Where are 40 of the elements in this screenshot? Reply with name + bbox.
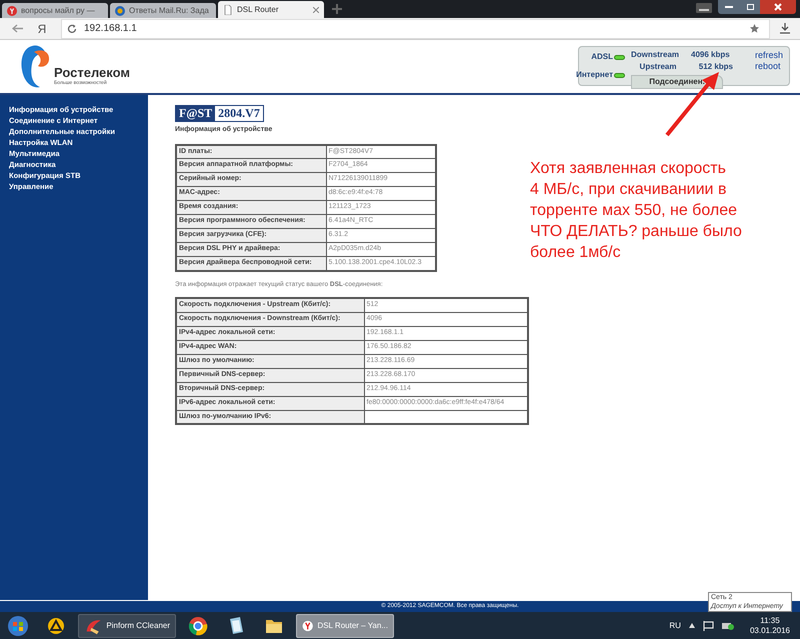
new-tab-icon[interactable] <box>332 4 342 14</box>
clock-date: 03.01.2016 <box>750 626 790 636</box>
close-button[interactable] <box>760 0 796 14</box>
url-text: 192.168.1.1 <box>84 22 137 36</box>
page-icon <box>223 4 233 14</box>
browser-tab[interactable]: Ответы Mail.Ru: Зада <box>110 3 216 18</box>
downstream-value: 4096 kbps <box>691 49 730 61</box>
annotation-text: Хотя заявленная скорость 4 МБ/с, при скачиваниии в торренте мах 550, не более ЧТО ДЕЛАТЬ? раньше было более 1мб/с <box>530 159 742 263</box>
download-icon[interactable] <box>780 23 790 34</box>
browser-tab[interactable]: вопросы майл ру — <box>2 3 108 18</box>
status-link[interactable]: refresh <box>754 50 783 61</box>
language-indicator[interactable]: RU <box>669 620 681 632</box>
back-icon[interactable] <box>12 24 23 33</box>
globe-icon <box>115 6 125 16</box>
logo-text: Ростелеком <box>54 66 130 79</box>
upstream-label: Upstream <box>638 61 678 73</box>
upstream-value: 512 kbps <box>698 61 733 73</box>
yandex-button[interactable]: Я <box>35 20 49 38</box>
model-brand: F@ST <box>176 106 216 121</box>
flag-icon[interactable] <box>702 620 714 630</box>
windows-logo-icon <box>8 616 28 636</box>
clock-time: 11:35 <box>760 616 780 626</box>
address-field[interactable]: 192.168.1.1 <box>61 18 770 38</box>
keyboard-icon[interactable] <box>696 3 712 13</box>
close-icon[interactable] <box>774 3 782 11</box>
chrome-icon <box>188 616 208 636</box>
led-label: Интернет <box>576 69 613 81</box>
led-label: ADSL <box>591 51 613 63</box>
taskbar-button[interactable]: Pinform CCleaner <box>78 614 176 638</box>
tray-arrow-icon[interactable] <box>688 623 695 628</box>
y-logo-icon <box>7 6 17 16</box>
browser-tab[interactable]: DSL Router <box>218 1 324 18</box>
maximize-button[interactable] <box>740 0 760 14</box>
network-icon[interactable] <box>722 620 734 631</box>
minimize-button[interactable] <box>718 0 740 14</box>
status-link[interactable]: reboot <box>754 61 783 72</box>
close-tab-icon[interactable] <box>313 6 319 12</box>
star-icon[interactable] <box>750 24 759 33</box>
downstream-label: Downstream <box>631 49 680 61</box>
reload-icon[interactable] <box>67 24 77 34</box>
